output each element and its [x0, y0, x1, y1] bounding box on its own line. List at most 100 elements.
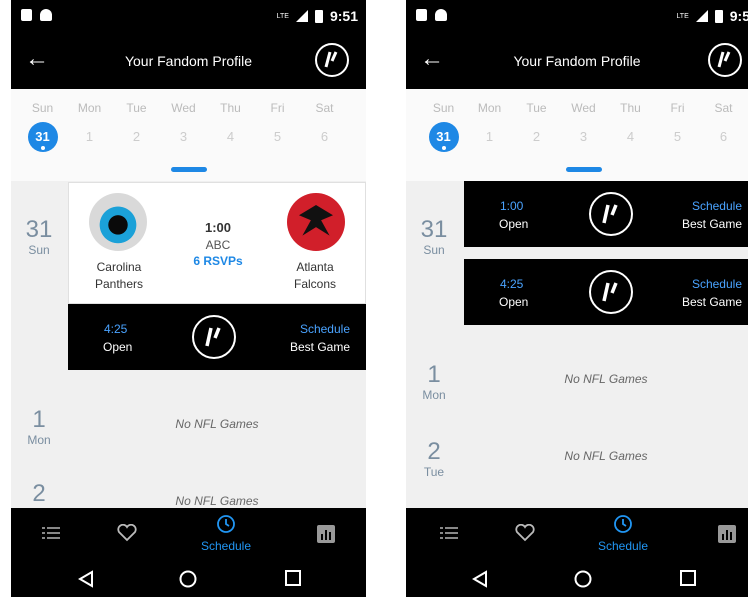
fandom-logo-icon[interactable] — [708, 43, 742, 77]
page-title: Your Fandom Profile — [513, 53, 641, 69]
bottom-nav: Schedule — [11, 508, 366, 562]
day-name: Sat — [315, 101, 334, 115]
fandom-logo-icon[interactable] — [315, 43, 349, 77]
open-slot[interactable]: 1:00 Open Schedule Best Game — [464, 181, 748, 247]
day-name: Tue — [526, 101, 547, 115]
schedule-list[interactable]: 31 Sun Carolina Panthers Atlanta Falcons… — [11, 181, 366, 508]
day-name: Wed — [171, 101, 196, 115]
system-nav-bar — [406, 562, 748, 597]
day-wed[interactable]: Wed 3 — [560, 99, 607, 152]
day-wed[interactable]: Wed 3 — [160, 99, 207, 152]
day-name: Thu — [220, 101, 241, 115]
stats-icon — [317, 525, 335, 543]
best-game-label: Best Game — [681, 295, 742, 309]
android-icon — [40, 9, 52, 21]
nav-schedule[interactable]: Schedule — [588, 508, 658, 562]
day-number: 31 — [27, 122, 58, 152]
away-team-name: Atlanta Falcons — [293, 260, 337, 291]
day-tue[interactable]: Tue 2 — [513, 99, 560, 152]
nav-stats[interactable] — [311, 508, 341, 562]
day-number: 3 — [579, 129, 588, 144]
list-icon — [440, 527, 458, 539]
no-games-message: No NFL Games — [175, 494, 259, 508]
day-mon[interactable]: Mon 1 — [66, 99, 113, 152]
nav-favorites[interactable] — [510, 508, 540, 562]
day-sat[interactable]: Sat 6 — [700, 99, 747, 152]
day-thu[interactable]: Thu 4 — [207, 99, 254, 152]
schedule-link[interactable]: Schedule — [692, 277, 742, 291]
day-number: 1 — [85, 129, 94, 144]
nav-list[interactable] — [31, 508, 71, 562]
day-mon[interactable]: Mon 1 — [466, 99, 513, 152]
day-tue[interactable]: Tue 2 — [113, 99, 160, 152]
game-card[interactable]: Carolina Panthers Atlanta Falcons 1:00 A… — [68, 182, 366, 304]
slot-status: Open — [499, 295, 529, 309]
network-type: LTE — [276, 12, 289, 20]
day-number: 5 — [273, 129, 282, 144]
date-number: 2 — [427, 438, 441, 465]
slot-time: 4:25 — [500, 277, 524, 291]
date-weekday: Sun — [423, 243, 445, 257]
notification-icon — [416, 9, 427, 21]
fandom-logo-icon[interactable] — [589, 270, 633, 314]
battery-icon — [714, 9, 723, 23]
open-slot[interactable]: 4:25 Open Schedule Best Game — [68, 304, 366, 370]
day-thu[interactable]: Thu 4 — [607, 99, 654, 152]
date-label-2: 2 Tue — [406, 438, 462, 480]
day-name: Wed — [571, 101, 596, 115]
clock-time: 9:5 — [729, 8, 748, 24]
phone-screen-right: LTE 9:5 ← Your Fandom Profile Sun 31 Mon 1… — [406, 0, 748, 597]
date-number: 2 — [32, 480, 46, 507]
fandom-logo-icon[interactable] — [192, 315, 236, 359]
day-name: Fri — [670, 101, 685, 115]
nav-list[interactable] — [434, 508, 464, 562]
open-slot[interactable]: 4:25 Open Schedule Best Game — [464, 259, 748, 325]
back-triangle-icon[interactable] — [78, 570, 94, 588]
app-bar: ← Your Fandom Profile — [11, 33, 366, 89]
nav-favorites[interactable] — [107, 508, 147, 562]
day-name: Mon — [77, 101, 102, 115]
day-number: 4 — [226, 129, 235, 144]
nav-stats[interactable] — [712, 508, 742, 562]
date-weekday: Mon — [422, 388, 446, 402]
android-icon — [435, 9, 447, 21]
day-number: 31 — [428, 122, 459, 152]
slot-time: 1:00 — [500, 199, 524, 213]
day-fri[interactable]: Fri 5 — [254, 99, 301, 152]
recents-square-icon[interactable] — [680, 570, 696, 586]
network-type: LTE — [676, 12, 689, 20]
fandom-logo-icon[interactable] — [589, 192, 633, 236]
game-network: ABC — [205, 238, 231, 252]
day-number: 4 — [626, 129, 635, 144]
date-number: 1 — [427, 361, 441, 388]
panthers-logo-icon — [89, 193, 147, 251]
day-name: Sun — [31, 101, 54, 115]
slot-status: Open — [103, 340, 133, 354]
rsvp-count[interactable]: 6 RSVPs — [168, 253, 268, 269]
slot-time: 4:25 — [104, 322, 128, 336]
back-triangle-icon[interactable] — [472, 570, 488, 588]
signal-icon — [695, 10, 708, 22]
nav-schedule[interactable]: Schedule — [191, 508, 261, 562]
day-name: Tue — [126, 101, 147, 115]
home-circle-icon[interactable] — [179, 570, 197, 588]
notification-icon — [21, 9, 32, 21]
day-name: Sat — [714, 101, 733, 115]
schedule-link[interactable]: Schedule — [692, 199, 742, 213]
day-number: 2 — [532, 129, 541, 144]
day-sun[interactable]: Sun 31 — [420, 99, 467, 152]
clock-time: 9:51 — [329, 8, 358, 24]
day-sun[interactable]: Sun 31 — [19, 99, 66, 152]
schedule-link[interactable]: Schedule — [300, 322, 350, 336]
day-number: 6 — [719, 129, 728, 144]
day-fri[interactable]: Fri 5 — [654, 99, 701, 152]
app-bar: ← Your Fandom Profile — [406, 33, 748, 89]
home-circle-icon[interactable] — [574, 570, 592, 588]
heart-icon — [117, 523, 137, 542]
day-sat[interactable]: Sat 6 — [301, 99, 348, 152]
date-label-1: 1 Mon — [11, 407, 67, 448]
schedule-list[interactable]: 31 Sun 1:00 Open Schedule Best Game 4:25… — [406, 181, 748, 508]
no-games-message: No NFL Games — [564, 372, 648, 386]
signal-icon — [295, 10, 308, 22]
recents-square-icon[interactable] — [285, 570, 301, 586]
